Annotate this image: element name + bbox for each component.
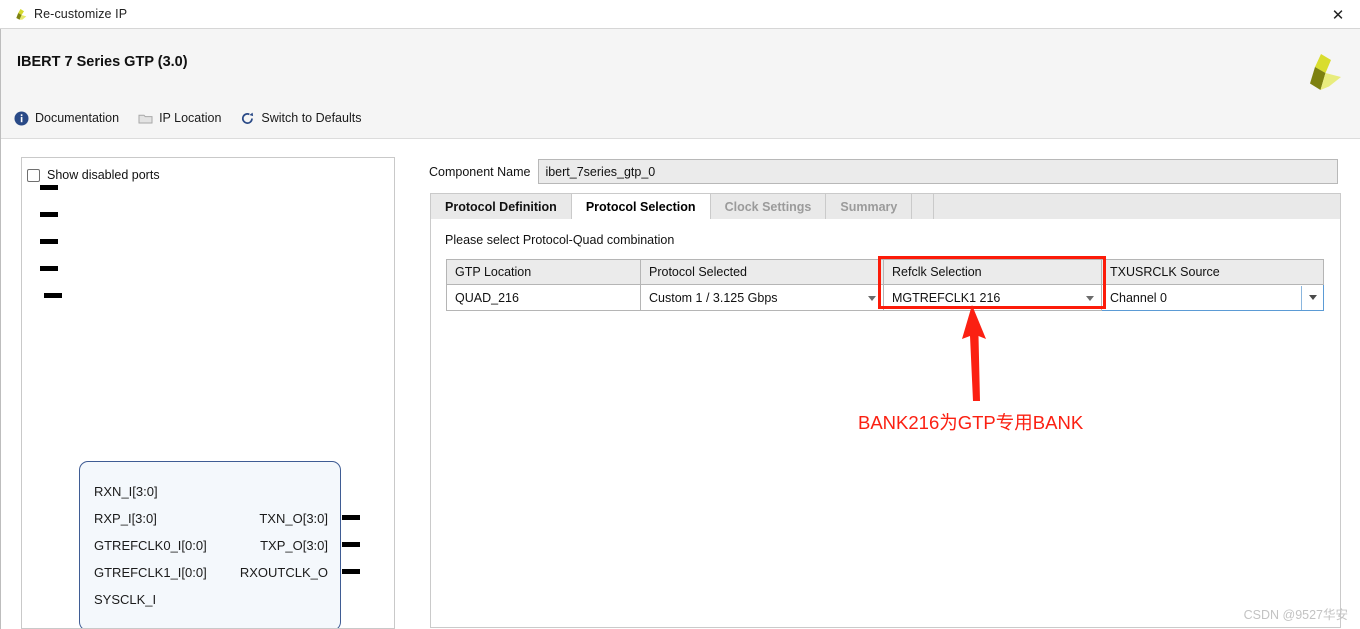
pin-stub-right	[342, 542, 360, 547]
header-toolbar: Documentation IP Location Switch to Defa…	[12, 106, 378, 130]
cell-refclk-selection-dropdown[interactable]: MGTREFCLK1 216	[883, 284, 1102, 311]
folder-icon	[138, 111, 153, 126]
port-label-gtrefclk1: GTREFCLK1_I[0:0]	[94, 565, 207, 580]
ip-location-label: IP Location	[159, 111, 222, 125]
watermark-text: CSDN @9527华安	[1243, 608, 1348, 622]
table-header-row: GTP Location Protocol Selected Refclk Se…	[446, 259, 1324, 285]
chevron-down-icon[interactable]	[868, 295, 876, 301]
port-label-rxp: RXP_I[3:0]	[94, 511, 157, 526]
ip-config-panel: Component Name Protocol Definition Proto…	[429, 157, 1342, 629]
ip-location-button[interactable]: IP Location	[136, 109, 230, 128]
port-diagram-panel: Show disabled ports RXN_I[3:0] RXP_I[3:0…	[21, 157, 395, 629]
port-label-gtrefclk0: GTREFCLK0_I[0:0]	[94, 538, 207, 553]
port-label-txp: TXP_O[3:0]	[260, 538, 328, 553]
documentation-label: Documentation	[35, 111, 120, 125]
txusrclk-source-value: Channel 0	[1110, 290, 1167, 305]
pin-stub-right	[342, 569, 360, 574]
checkbox-box[interactable]	[27, 168, 40, 182]
refresh-icon	[240, 111, 255, 126]
tab-protocol-selection[interactable]: Protocol Selection	[571, 194, 711, 220]
pin-stub-right	[342, 515, 360, 520]
window-left-edge	[0, 29, 1, 629]
cell-txusrclk-source-dropdown[interactable]: Channel 0	[1101, 284, 1324, 311]
pin-stub-left	[40, 212, 58, 217]
show-disabled-ports-checkbox[interactable]: Show disabled ports	[27, 168, 160, 182]
window-title-text: Re-customize IP	[34, 7, 128, 21]
port-label-rxn: RXN_I[3:0]	[94, 484, 158, 499]
switch-to-defaults-button[interactable]: Switch to Defaults	[238, 109, 370, 128]
tab-summary: Summary	[826, 194, 913, 220]
column-header-txusrclk-source: TXUSRCLK Source	[1101, 259, 1324, 285]
xilinx-logo-icon	[12, 7, 28, 23]
component-name-row: Component Name	[429, 159, 1339, 184]
ibert-block-symbol: RXN_I[3:0] RXP_I[3:0] GTREFCLK0_I[0:0] G…	[79, 461, 341, 628]
chevron-down-icon[interactable]	[1086, 295, 1094, 301]
info-icon	[14, 111, 29, 126]
port-label-sysclk: SYSCLK_I	[94, 592, 157, 607]
window-title-bar: Re-customize IP ✕	[0, 0, 1360, 29]
tab-strip: Protocol Definition Protocol Selection C…	[430, 193, 1341, 220]
port-label-txn: TXN_O[3:0]	[259, 511, 328, 526]
component-name-label: Component Name	[429, 164, 531, 179]
close-icon[interactable]: ✕	[1316, 0, 1360, 29]
instruction-text: Please select Protocol-Quad combination	[445, 233, 675, 247]
ip-header-band: IBERT 7 Series GTP (3.0) Documentation I…	[0, 29, 1360, 139]
tab-label: Clock Settings	[724, 200, 812, 214]
tab-label: Protocol Selection	[585, 200, 696, 214]
switch-to-defaults-label: Switch to Defaults	[261, 111, 362, 125]
tab-clock-settings: Clock Settings	[711, 194, 827, 220]
component-name-input[interactable]	[538, 159, 1339, 184]
port-label-rxoutclk: RXOUTCLK_O	[239, 565, 328, 580]
protocol-quad-table: GTP Location Protocol Selected Refclk Se…	[446, 259, 1324, 311]
chevron-down-icon	[1308, 295, 1317, 300]
table-row: QUAD_216 Custom 1 / 3.125 Gbps MGTREFCLK…	[446, 284, 1324, 311]
column-header-gtp-location: GTP Location	[446, 259, 641, 285]
pin-stub-left	[40, 239, 58, 244]
annotation-note-text: BANK216为GTP专用BANK	[858, 412, 1084, 433]
dropdown-button[interactable]	[1301, 285, 1323, 310]
page-title: IBERT 7 Series GTP (3.0)	[17, 54, 188, 70]
xilinx-pinwheel-logo	[1298, 51, 1342, 93]
tab-label: Protocol Definition	[445, 200, 557, 214]
pin-stub-left	[40, 185, 58, 190]
column-header-refclk-selection: Refclk Selection	[883, 259, 1102, 285]
cell-gtp-location: QUAD_216	[446, 284, 641, 311]
cell-protocol-selected-dropdown[interactable]: Custom 1 / 3.125 Gbps	[640, 284, 884, 311]
tab-label: Summary	[840, 200, 898, 214]
tab-strip-filler	[912, 194, 935, 220]
refclk-selection-value: MGTREFCLK1 216	[892, 290, 1001, 305]
protocol-selected-value: Custom 1 / 3.125 Gbps	[649, 290, 778, 305]
documentation-button[interactable]: Documentation	[12, 109, 128, 128]
show-disabled-ports-label: Show disabled ports	[47, 168, 160, 182]
column-header-protocol-selected: Protocol Selected	[640, 259, 884, 285]
pin-stub-left	[40, 266, 58, 271]
pin-stub-left	[44, 293, 62, 298]
tab-protocol-definition[interactable]: Protocol Definition	[431, 194, 572, 220]
